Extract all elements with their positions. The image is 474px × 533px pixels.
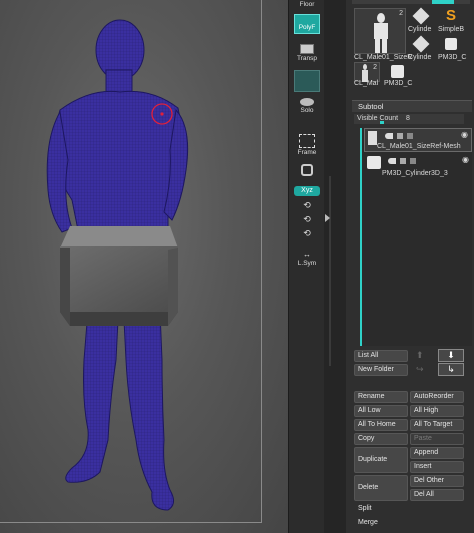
floor-label: Floor xyxy=(299,1,315,8)
paste-button[interactable]: Paste xyxy=(410,433,464,445)
small-count-badge: 2 xyxy=(373,64,377,71)
tool-label-cylinder2: Cylinde xyxy=(408,54,432,61)
visibility-toggles-icon[interactable] xyxy=(385,133,425,139)
del-all-button[interactable]: Del All xyxy=(410,489,464,501)
tray-divider[interactable] xyxy=(324,0,346,533)
subtool-item-name: PM3D_Cylinder3D_3 xyxy=(382,170,448,177)
append-button[interactable]: Append xyxy=(410,447,464,459)
ghost-icon xyxy=(294,70,320,92)
new-folder-button[interactable]: New Folder xyxy=(354,364,408,376)
ghost-button[interactable] xyxy=(291,70,323,92)
solo-icon xyxy=(300,98,314,106)
arrows-icon: ↔ xyxy=(303,250,311,259)
lock-button[interactable] xyxy=(291,164,323,176)
top-slider[interactable] xyxy=(352,0,470,4)
model-render[interactable] xyxy=(0,0,288,533)
visible-count-value: 8 xyxy=(406,115,410,122)
subtool-list[interactable]: ◉ CL_Male01_SizeRef-Mesh ◉ PM3D_Cylinder… xyxy=(360,128,472,346)
merge-button[interactable]: Merge xyxy=(358,519,378,526)
rotate-x-icon: ⟲ xyxy=(303,200,311,210)
tool-count-badge: 2 xyxy=(399,10,403,17)
subtool-male-thumb-icon xyxy=(368,131,377,145)
delete-button[interactable]: Delete xyxy=(354,475,408,501)
transp-button[interactable]: Transp xyxy=(291,44,323,62)
tool-label-male-small: CL_Mal xyxy=(354,80,379,87)
move-down-right-button[interactable]: ↳ xyxy=(438,363,464,376)
subtool-cylinder-thumb-icon xyxy=(367,156,381,169)
tool-label-pm3d: PM3D_C xyxy=(438,54,467,61)
move-right-button[interactable]: ↪ xyxy=(416,364,426,376)
subtool-header-label: Subtool xyxy=(358,102,384,111)
solo-button[interactable]: Solo xyxy=(291,98,323,114)
rotate-z-button[interactable]: ⟲ xyxy=(291,228,323,239)
xyz-symmetry-icon: Xyz xyxy=(294,186,320,196)
rotate-x-button[interactable]: ⟲ xyxy=(291,200,323,211)
all-to-home-button[interactable]: All To Home xyxy=(354,419,408,431)
eye-icon[interactable]: ◉ xyxy=(461,130,468,139)
duplicate-button[interactable]: Duplicate xyxy=(354,447,408,473)
subtool-item[interactable]: ◉ PM3D_Cylinder3D_3 xyxy=(364,154,472,180)
tool-thumb-cylinder[interactable] xyxy=(410,7,432,25)
visibility-toggles-icon[interactable] xyxy=(388,158,428,164)
xyz-button[interactable]: Xyz xyxy=(291,186,323,196)
polyframe-button[interactable]: PolyF xyxy=(291,14,323,34)
rename-button[interactable]: Rename xyxy=(354,391,408,403)
rotate-z-icon: ⟲ xyxy=(303,228,311,238)
subtool-header[interactable]: Subtool xyxy=(352,100,472,112)
arrow-down-button[interactable]: ⬇ xyxy=(438,349,464,362)
split-button[interactable]: Split xyxy=(358,505,372,512)
all-low-button[interactable]: All Low xyxy=(354,405,408,417)
visible-count-label: Visible Count xyxy=(357,115,399,122)
autoreorder-button[interactable]: AutoReorder xyxy=(410,391,464,403)
tool-thumb-cylinder2[interactable] xyxy=(410,35,432,53)
rotate-y-icon: ⟲ xyxy=(303,214,311,224)
frame-button[interactable]: Frame xyxy=(291,134,323,156)
tool-thumb-male[interactable]: 2 xyxy=(354,8,406,54)
frame-label: Frame xyxy=(297,149,317,156)
visible-count-knob xyxy=(380,121,384,124)
subtool-item-name: CL_Male01_SizeRef-Mesh xyxy=(377,143,461,150)
all-to-target-button[interactable]: All To Target xyxy=(410,419,464,431)
tool-label-cylinder: Cylinde xyxy=(408,26,432,33)
eye-icon[interactable]: ◉ xyxy=(462,155,469,164)
tray-scroll-track xyxy=(329,176,331,366)
lock-icon xyxy=(301,164,313,176)
frame-icon xyxy=(299,134,315,148)
cylinder-subtool-mesh xyxy=(60,226,178,326)
cylinder2-icon xyxy=(412,35,430,53)
right-shelf: Floor PolyF Transp Solo Frame Xyz ⟲ ⟲ ⟲ … xyxy=(288,0,324,533)
rotate-y-button[interactable]: ⟲ xyxy=(291,214,323,225)
solo-label: Solo xyxy=(300,107,314,114)
collapse-arrow-icon[interactable] xyxy=(325,214,330,222)
tool-palette: 2 CL_Male01_SizeR Cylinde S SimpleB Cyli… xyxy=(346,0,474,533)
floor-button[interactable]: Floor xyxy=(291,0,323,8)
del-other-button[interactable]: Del Other xyxy=(410,475,464,487)
tool-thumb-simplebrush[interactable]: S xyxy=(440,8,462,24)
top-slider-fill xyxy=(432,0,454,4)
polyf-label: PolyF xyxy=(298,24,316,31)
local-symmetry-button[interactable]: ↔ L.Sym xyxy=(291,250,323,267)
tool-thumb-pm3d[interactable] xyxy=(440,36,462,52)
canvas-viewport[interactable] xyxy=(0,0,288,533)
cylinder-icon xyxy=(412,7,430,25)
copy-button[interactable]: Copy xyxy=(354,433,408,445)
visible-count-slider[interactable]: Visible Count 8 xyxy=(354,114,464,124)
simplebrush-icon: S xyxy=(445,7,456,24)
pm3d-icon xyxy=(445,38,457,50)
arrow-up-button[interactable]: ⬆ xyxy=(416,350,426,362)
pm3d2-icon xyxy=(390,65,404,78)
tool-label-male: CL_Male01_SizeR xyxy=(354,54,413,61)
subtool-item[interactable]: ◉ CL_Male01_SizeRef-Mesh xyxy=(364,128,472,152)
transp-icon xyxy=(300,44,314,54)
tool-label-simplebrush: SimpleB xyxy=(438,26,465,33)
lsym-label: L.Sym xyxy=(297,260,317,267)
transp-label: Transp xyxy=(297,55,317,62)
tool-thumb-pm3d2[interactable] xyxy=(386,62,408,80)
list-all-button[interactable]: List All xyxy=(354,350,408,362)
tool-label-pm3d2: PM3D_C xyxy=(384,80,413,87)
all-high-button[interactable]: All High xyxy=(410,405,464,417)
insert-button[interactable]: Insert xyxy=(410,461,464,473)
tool-thumb-male-small[interactable]: 2 xyxy=(354,62,380,82)
